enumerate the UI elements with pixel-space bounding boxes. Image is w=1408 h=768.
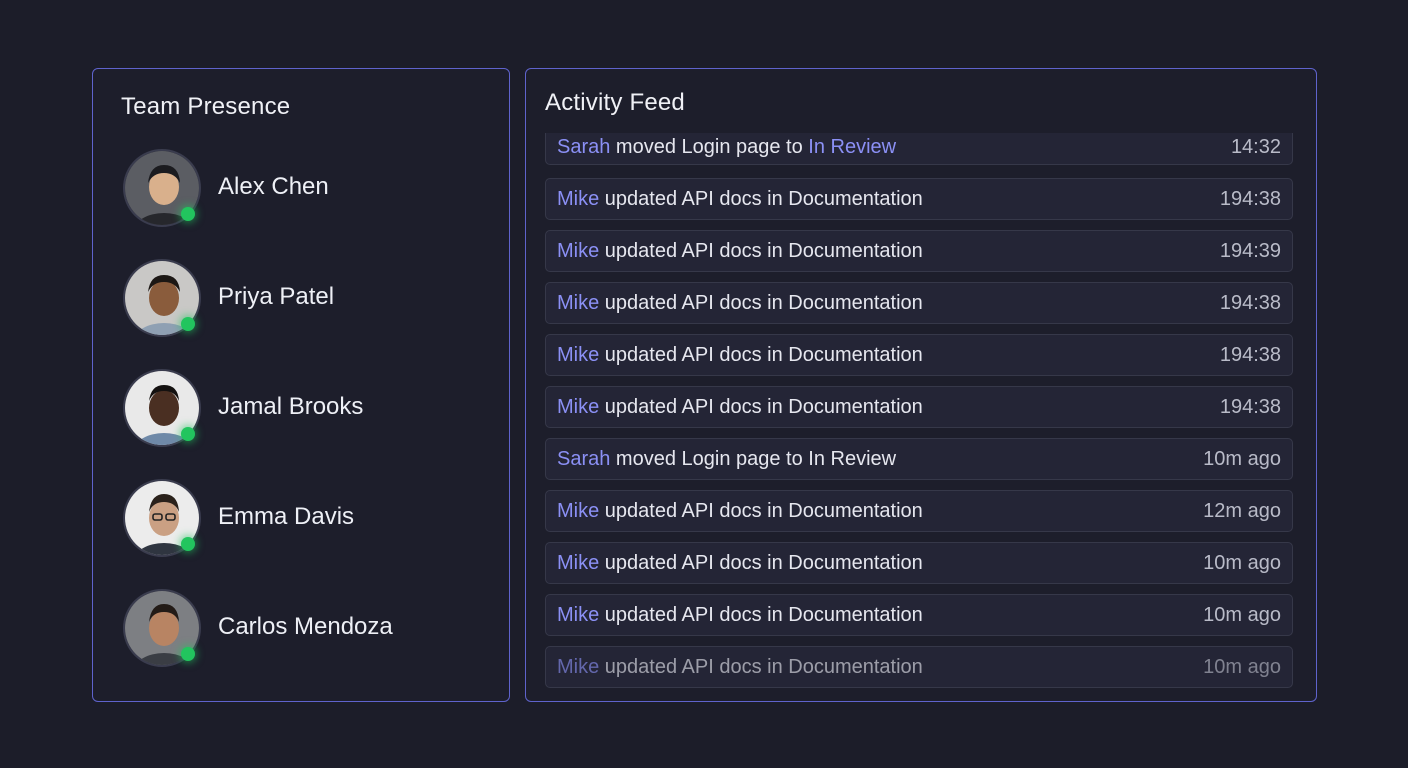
feed-item-text: Mike updated API docs in Documentation [557,240,923,262]
online-status-dot [181,647,195,661]
feed-timestamp: 194:39 [1219,240,1281,262]
activity-feed-panel: Activity Feed Sarah moved Login page to … [525,68,1317,702]
feed-item-text: Sarah moved Login page to In Review [557,136,897,158]
member-item[interactable]: Jamal Brooks [123,369,483,449]
member-name: Alex Chen [218,173,329,200]
feed-item[interactable]: Mike updated API docs in Documentation 1… [545,282,1293,324]
member-item[interactable]: Priya Patel [123,259,483,339]
feed-actor[interactable]: Sarah [557,448,610,470]
feed-actor[interactable]: Mike [557,656,599,678]
feed-actor[interactable]: Mike [557,552,599,574]
feed-item[interactable]: Mike updated API docs in Documentation 1… [545,490,1293,532]
activity-feed-title: Activity Feed [545,89,685,116]
feed-actor[interactable]: Mike [557,396,599,418]
feed-item-text: Mike updated API docs in Documentation [557,188,923,210]
feed-actor[interactable]: Mike [557,292,599,314]
feed-actor[interactable]: Mike [557,500,599,522]
online-status-dot [181,317,195,331]
feed-item[interactable]: Mike updated API docs in Documentation 1… [545,230,1293,272]
feed-actor[interactable]: Mike [557,240,599,262]
feed-actor[interactable]: Mike [557,604,599,626]
feed-target[interactable]: In Review [808,136,896,158]
feed-item[interactable]: Mike updated API docs in Documentation 1… [545,594,1293,636]
feed-actor[interactable]: Mike [557,344,599,366]
member-name: Jamal Brooks [218,393,364,420]
feed-timestamp: 194:38 [1219,396,1281,418]
feed-item-text: Mike updated API docs in Documentation [557,500,923,522]
feed-timestamp: 10m ago [1203,604,1281,626]
feed-item-text: Mike updated API docs in Documentation [557,656,923,678]
online-status-dot [181,537,195,551]
feed-item[interactable]: Mike updated API docs in Documentation 1… [545,542,1293,584]
feed-item-text: Mike updated API docs in Documentation [557,292,923,314]
feed-timestamp: 10m ago [1203,656,1281,678]
online-status-dot [181,427,195,441]
member-name: Carlos Mendoza [218,613,393,640]
member-name: Priya Patel [218,283,335,310]
feed-item[interactable]: Sarah moved Login page to In Review 10m … [545,438,1293,480]
feed-timestamp: 194:38 [1219,188,1281,210]
feed-timestamp: 194:38 [1219,292,1281,314]
feed-item-text: Mike updated API docs in Documentation [557,344,923,366]
feed-actor[interactable]: Sarah [557,136,610,158]
member-name: Emma Davis [218,503,355,530]
feed-item[interactable]: Mike updated API docs in Documentation 1… [545,386,1293,428]
feed-item-text: Sarah moved Login page to In Review [557,448,897,470]
feed-timestamp: 10m ago [1203,552,1281,574]
team-presence-title: Team Presence [121,93,291,120]
feed-item[interactable]: Mike updated API docs in Documentation 1… [545,178,1293,220]
feed-item-text: Mike updated API docs in Documentation [557,604,923,626]
feed-timestamp: 10m ago [1203,448,1281,470]
feed-item[interactable]: Mike updated API docs in Documentation 1… [545,334,1293,376]
feed-timestamp: 12m ago [1203,500,1281,522]
feed-timestamp: 14:32 [1230,136,1281,158]
feed-item[interactable]: Mike updated API docs in Documentation 1… [545,646,1293,688]
feed-timestamp: 194:38 [1219,344,1281,366]
feed-item[interactable]: Sarah moved Login page to In Review 14:3… [545,133,1293,165]
team-presence-panel: Team Presence Alex Chen Priya Patel Jama… [92,68,510,702]
online-status-dot [181,207,195,221]
feed-actor[interactable]: Mike [557,188,599,210]
feed-item-text: Mike updated API docs in Documentation [557,396,923,418]
feed-item-text: Mike updated API docs in Documentation [557,552,923,574]
member-item[interactable]: Emma Davis [123,479,483,559]
member-item[interactable]: Alex Chen [123,149,483,229]
member-item[interactable]: Carlos Mendoza [123,589,483,669]
